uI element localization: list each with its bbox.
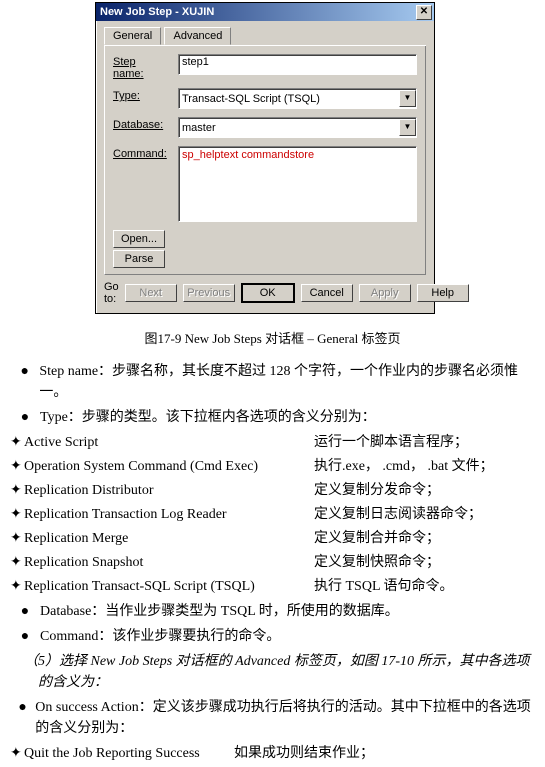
label-database: Database: xyxy=(113,117,168,131)
bullet-icon: ● xyxy=(10,626,40,647)
type-desc-5: 定义复制快照命令； xyxy=(314,552,535,573)
label-goto: Go to: xyxy=(104,281,119,305)
parse-button[interactable]: Parse xyxy=(113,250,165,268)
general-panel: Step name: step1 Type: Transact-SQL Scri… xyxy=(104,46,426,275)
dialog-button-row: Go to: Next Previous OK Cancel Apply Hel… xyxy=(104,281,426,305)
tab-advanced[interactable]: Advanced xyxy=(164,27,231,45)
diamond-icon: ✦ xyxy=(10,456,24,477)
close-icon[interactable]: ✕ xyxy=(416,5,432,20)
next-button[interactable]: Next xyxy=(125,284,177,302)
figure-caption: 图17-9 New Job Steps 对话框 – General 标签页 xyxy=(0,328,545,347)
label-step-name: Step name: xyxy=(113,54,168,80)
bullet-command: Command：该作业步骤要执行的命令。 xyxy=(40,626,280,647)
dialog-window: New Job Step - XUJIN ✕ General Advanced … xyxy=(95,2,435,314)
help-button[interactable]: Help xyxy=(417,284,469,302)
cancel-button[interactable]: Cancel xyxy=(301,284,353,302)
type-dropdown[interactable]: Transact-SQL Script (TSQL) ▼ xyxy=(178,88,417,109)
diamond-icon: ✦ xyxy=(10,552,24,573)
tab-strip: General Advanced xyxy=(104,27,426,46)
chevron-down-icon[interactable]: ▼ xyxy=(399,90,416,107)
quit-desc: 如果成功则结束作业； xyxy=(234,743,374,764)
previous-button[interactable]: Previous xyxy=(183,284,235,302)
diamond-icon: ✦ xyxy=(10,432,24,453)
body-text: ● Step name：步骤名称，其长度不超过 128 个字符，一个作业内的步骤… xyxy=(0,361,545,764)
type-desc-3: 定义复制日志阅读器命令； xyxy=(314,504,535,525)
bullet-icon: ● xyxy=(10,361,39,403)
chevron-down-icon[interactable]: ▼ xyxy=(399,119,416,136)
type-desc-1: 执行.exe， .cmd， .bat 文件； xyxy=(314,456,535,477)
diamond-icon: ✦ xyxy=(10,576,24,597)
tab-general[interactable]: General xyxy=(104,27,161,45)
database-dropdown[interactable]: master ▼ xyxy=(178,117,417,138)
command-textarea[interactable]: sp_helptext commandstore xyxy=(178,146,417,222)
ok-button[interactable]: OK xyxy=(241,283,295,303)
step-name-input[interactable]: step1 xyxy=(178,54,417,75)
apply-button[interactable]: Apply xyxy=(359,284,411,302)
label-command: Command: xyxy=(113,146,168,160)
title-bar: New Job Step - XUJIN ✕ xyxy=(96,3,434,21)
type-desc-0: 运行一个脚本语言程序； xyxy=(314,432,535,453)
type-name-4: Replication Merge xyxy=(24,528,314,549)
type-name-0: Active Script xyxy=(24,432,314,453)
type-name-2: Replication Distributor xyxy=(24,480,314,501)
label-type: Type: xyxy=(113,88,168,102)
diamond-icon: ✦ xyxy=(10,743,24,764)
window-title: New Job Step - XUJIN xyxy=(100,6,214,18)
bullet-type: Type：步骤的类型。该下拉框内各选项的含义分别为： xyxy=(40,407,376,428)
type-desc-6: 执行 TSQL 语句命令。 xyxy=(314,576,535,597)
type-name-1: Operation System Command (Cmd Exec) xyxy=(24,456,314,477)
quit-name: Quit the Job Reporting Success xyxy=(24,743,234,764)
bullet-icon: ● xyxy=(10,697,35,739)
diamond-icon: ✦ xyxy=(10,480,24,501)
type-desc-2: 定义复制分发命令； xyxy=(314,480,535,501)
type-desc-4: 定义复制合并命令； xyxy=(314,528,535,549)
bullet-database: Database：当作业步骤类型为 TSQL 时，所使用的数据库。 xyxy=(40,601,399,622)
database-value: master xyxy=(182,122,216,134)
bullet-step-name: Step name：步骤名称，其长度不超过 128 个字符，一个作业内的步骤名必… xyxy=(39,361,535,403)
type-value: Transact-SQL Script (TSQL) xyxy=(182,93,320,105)
bullet-on-success: On success Action：定义该步骤成功执行后将执行的活动。其中下拉框… xyxy=(35,697,535,739)
bullet-icon: ● xyxy=(10,601,40,622)
type-name-3: Replication Transaction Log Reader xyxy=(24,504,314,525)
bullet-icon: ● xyxy=(10,407,40,428)
diamond-icon: ✦ xyxy=(10,528,24,549)
open-button[interactable]: Open... xyxy=(113,230,165,248)
type-name-6: Replication Transact-SQL Script (TSQL) xyxy=(24,576,314,597)
type-name-5: Replication Snapshot xyxy=(24,552,314,573)
step-5: （5）选择 New Job Steps 对话框的 Advanced 标签页，如图… xyxy=(24,651,535,693)
diamond-icon: ✦ xyxy=(10,504,24,525)
